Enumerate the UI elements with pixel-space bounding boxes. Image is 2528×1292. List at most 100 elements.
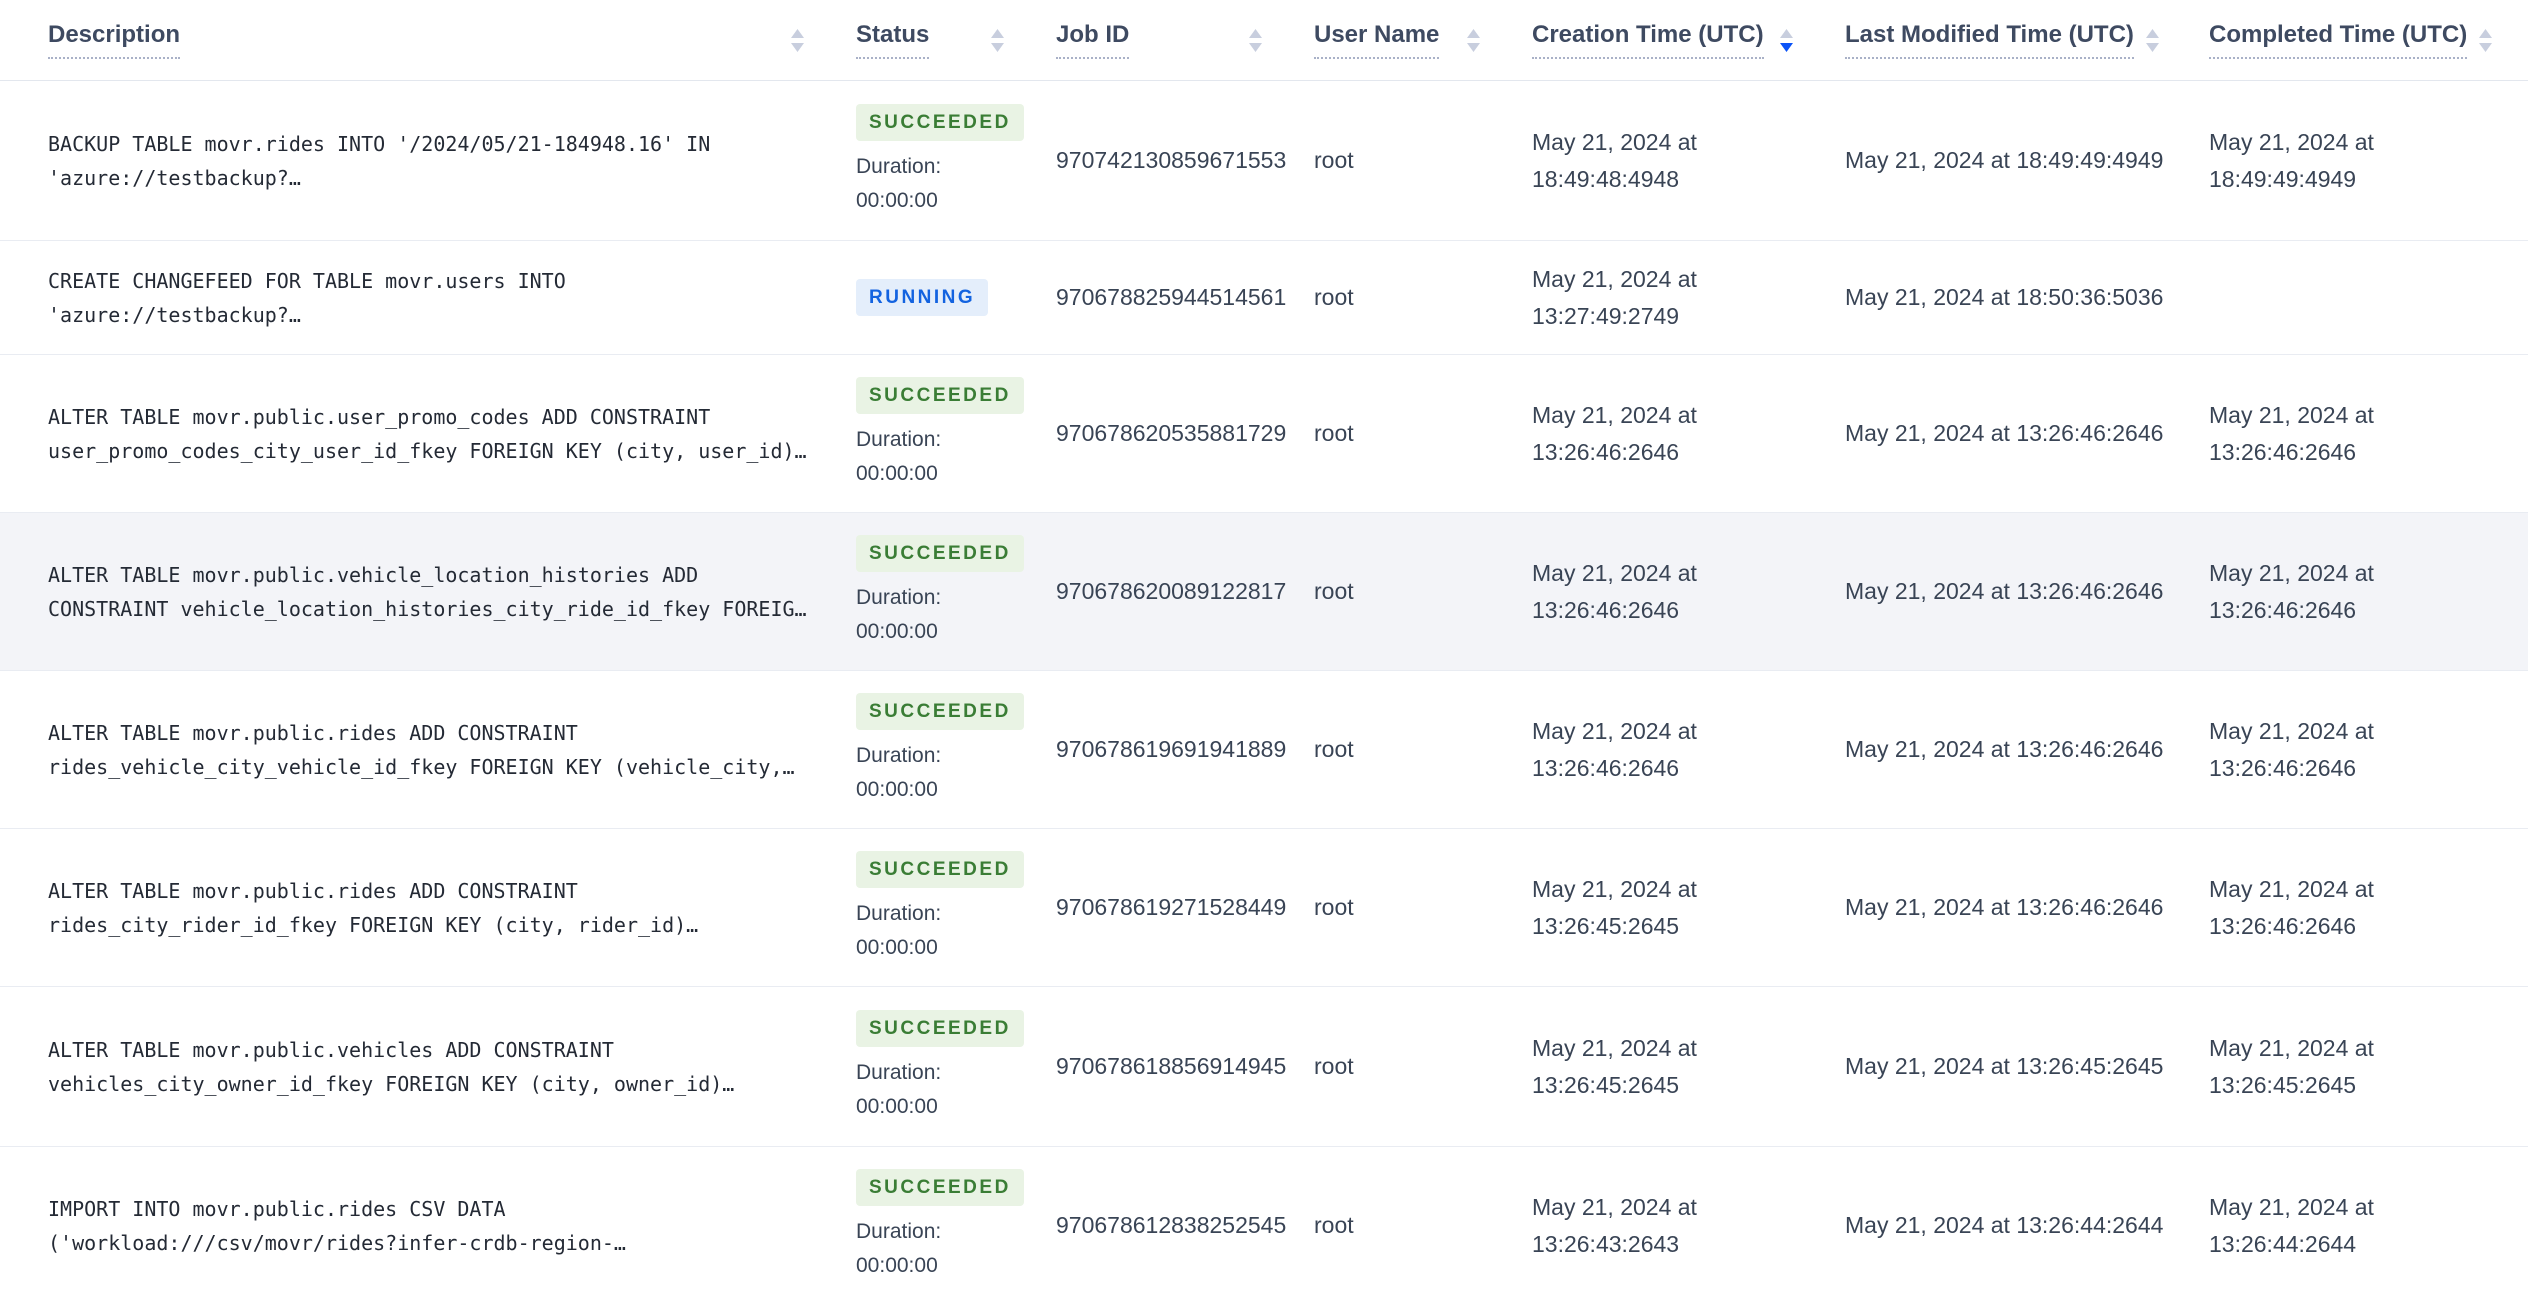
sort-icon[interactable] (1249, 28, 1262, 52)
status-cell: SUCCEEDED Duration: 00:00:00 (856, 1009, 1056, 1124)
job-description-link[interactable]: CREATE CHANGEFEED FOR TABLE movr.users I… (48, 264, 856, 332)
job-description-link[interactable]: BACKUP TABLE movr.rides INTO '/2024/05/2… (48, 127, 856, 195)
column-label: Status (856, 21, 930, 59)
status-cell: RUNNING (856, 279, 1056, 316)
column-label: Creation Time (UTC) (1532, 21, 1764, 59)
last-modified-time-cell: May 21, 2024 at 13:26:46:2646 (1845, 894, 2164, 920)
duration-text: Duration: 00:00:00 (856, 427, 942, 485)
table-row: ALTER TABLE movr.public.vehicles ADD CON… (0, 987, 2528, 1147)
creation-time-cell: May 21, 2024 at 13:26:43:2643 (1532, 1193, 1697, 1257)
completed-time-cell: May 21, 2024 at 13:26:45:2645 (2209, 1034, 2374, 1098)
creation-time-cell: May 21, 2024 at 18:49:48:4948 (1532, 128, 1697, 192)
job-description-link[interactable]: ALTER TABLE movr.public.rides ADD CONSTR… (48, 716, 856, 784)
duration-text: Duration: 00:00:00 (856, 1219, 942, 1277)
sort-icon[interactable] (991, 28, 1004, 52)
completed-time-cell: May 21, 2024 at 13:26:44:2644 (2209, 1193, 2374, 1257)
creation-time-cell: May 21, 2024 at 13:27:49:2749 (1532, 265, 1697, 329)
user-name-cell: root (1314, 147, 1354, 173)
creation-time-cell: May 21, 2024 at 13:26:46:2646 (1532, 559, 1697, 623)
job-id-cell: 970678619271528449 (1056, 894, 1287, 920)
status-badge: SUCCEEDED (856, 376, 1024, 414)
status-badge: SUCCEEDED (856, 692, 1024, 730)
status-badge: SUCCEEDED (856, 534, 1024, 572)
job-description-link[interactable]: ALTER TABLE movr.public.rides ADD CONSTR… (48, 874, 856, 942)
duration-text: Duration: 00:00:00 (856, 154, 942, 212)
last-modified-time-cell: May 21, 2024 at 13:26:46:2646 (1845, 420, 2164, 446)
last-modified-time-cell: May 21, 2024 at 13:26:44:2644 (1845, 1212, 2164, 1238)
status-cell: SUCCEEDED Duration: 00:00:00 (856, 103, 1056, 218)
sort-icon[interactable] (2145, 28, 2159, 52)
table-header-row: Description Status Job ID User Name Crea… (0, 0, 2528, 81)
column-label: User Name (1314, 21, 1440, 59)
job-description-link[interactable]: IMPORT INTO movr.public.rides CSV DATA (… (48, 1192, 856, 1260)
job-id-cell: 970678620535881729 (1056, 420, 1287, 446)
sort-icon[interactable] (791, 28, 804, 52)
job-description-link[interactable]: ALTER TABLE movr.public.user_promo_codes… (48, 400, 856, 468)
column-label: Last Modified Time (UTC) (1845, 21, 2134, 59)
user-name-cell: root (1314, 894, 1354, 920)
completed-time-cell: May 21, 2024 at 13:26:46:2646 (2209, 559, 2374, 623)
status-badge: RUNNING (856, 279, 989, 316)
table-row: ALTER TABLE movr.public.rides ADD CONSTR… (0, 829, 2528, 987)
user-name-cell: root (1314, 1212, 1354, 1238)
status-cell: SUCCEEDED Duration: 00:00:00 (856, 376, 1056, 491)
job-id-cell: 970678612838252545 (1056, 1212, 1287, 1238)
table-row: ALTER TABLE movr.public.rides ADD CONSTR… (0, 671, 2528, 829)
user-name-cell: root (1314, 578, 1354, 604)
column-label: Completed Time (UTC) (2209, 21, 2468, 59)
status-cell: SUCCEEDED Duration: 00:00:00 (856, 692, 1056, 807)
completed-time-cell: May 21, 2024 at 13:26:46:2646 (2209, 875, 2374, 939)
table-row: BACKUP TABLE movr.rides INTO '/2024/05/2… (0, 81, 2528, 241)
column-label: Description (48, 21, 181, 59)
completed-time-cell: May 21, 2024 at 18:49:49:4949 (2209, 128, 2374, 192)
status-badge: SUCCEEDED (856, 850, 1024, 888)
duration-text: Duration: 00:00:00 (856, 1060, 942, 1118)
user-name-cell: root (1314, 284, 1354, 310)
duration-text: Duration: 00:00:00 (856, 743, 942, 801)
status-cell: SUCCEEDED Duration: 00:00:00 (856, 850, 1056, 965)
creation-time-cell: May 21, 2024 at 13:26:45:2645 (1532, 875, 1697, 939)
job-id-cell: 970678620089122817 (1056, 578, 1287, 604)
column-header-job-id[interactable]: Job ID (1056, 0, 1314, 80)
table-row-highlighted: ALTER TABLE movr.public.vehicle_location… (0, 513, 2528, 671)
status-badge: SUCCEEDED (856, 1009, 1024, 1047)
status-cell: SUCCEEDED Duration: 00:00:00 (856, 1168, 1056, 1283)
user-name-cell: root (1314, 420, 1354, 446)
column-header-user-name[interactable]: User Name (1314, 0, 1532, 80)
job-description-link[interactable]: ALTER TABLE movr.public.vehicles ADD CON… (48, 1033, 856, 1101)
table-row: CREATE CHANGEFEED FOR TABLE movr.users I… (0, 241, 2528, 355)
last-modified-time-cell: May 21, 2024 at 13:26:45:2645 (1845, 1053, 2164, 1079)
job-id-cell: 970678618856914945 (1056, 1053, 1287, 1079)
last-modified-time-cell: May 21, 2024 at 13:26:46:2646 (1845, 578, 2164, 604)
job-id-cell: 970678825944514561 (1056, 284, 1287, 310)
table-row: IMPORT INTO movr.public.rides CSV DATA (… (0, 1147, 2528, 1292)
job-id-cell: 970742130859671553 (1056, 147, 1287, 173)
duration-text: Duration: 00:00:00 (856, 901, 942, 959)
creation-time-cell: May 21, 2024 at 13:26:45:2645 (1532, 1034, 1697, 1098)
completed-time-cell: May 21, 2024 at 13:26:46:2646 (2209, 401, 2374, 465)
table-row: ALTER TABLE movr.public.user_promo_codes… (0, 355, 2528, 513)
column-header-description[interactable]: Description (48, 0, 856, 80)
status-badge: SUCCEEDED (856, 1168, 1024, 1206)
status-cell: SUCCEEDED Duration: 00:00:00 (856, 534, 1056, 649)
jobs-table: Description Status Job ID User Name Crea… (0, 0, 2528, 1292)
column-header-creation-time[interactable]: Creation Time (UTC) (1532, 0, 1845, 80)
sort-icon[interactable] (1467, 28, 1480, 52)
last-modified-time-cell: May 21, 2024 at 18:49:49:4949 (1845, 147, 2164, 173)
status-badge: SUCCEEDED (856, 103, 1024, 141)
last-modified-time-cell: May 21, 2024 at 18:50:36:5036 (1845, 284, 2164, 310)
creation-time-cell: May 21, 2024 at 13:26:46:2646 (1532, 717, 1697, 781)
user-name-cell: root (1314, 1053, 1354, 1079)
job-id-cell: 970678619691941889 (1056, 736, 1287, 762)
completed-time-cell: May 21, 2024 at 13:26:46:2646 (2209, 717, 2374, 781)
column-header-status[interactable]: Status (856, 0, 1056, 80)
sort-icon[interactable] (2479, 28, 2493, 52)
user-name-cell: root (1314, 736, 1354, 762)
job-description-link[interactable]: ALTER TABLE movr.public.vehicle_location… (48, 558, 856, 626)
duration-text: Duration: 00:00:00 (856, 585, 942, 643)
column-header-last-modified-time[interactable]: Last Modified Time (UTC) (1845, 0, 2209, 80)
sort-icon-active-desc[interactable] (1780, 28, 1793, 52)
last-modified-time-cell: May 21, 2024 at 13:26:46:2646 (1845, 736, 2164, 762)
column-label: Job ID (1056, 21, 1130, 59)
column-header-completed-time[interactable]: Completed Time (UTC) (2209, 0, 2528, 80)
